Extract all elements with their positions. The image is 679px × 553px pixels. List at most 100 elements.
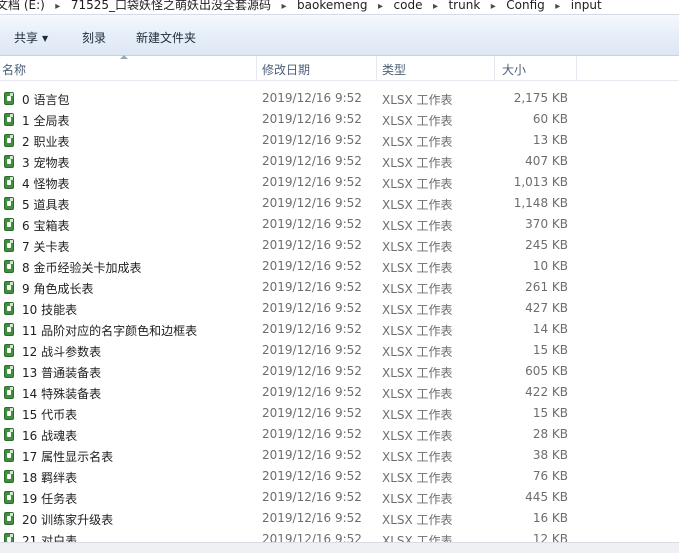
file-row[interactable]: 6 宝箱表 2019/12/16 9:52 XLSX 工作表 370 KB <box>0 214 679 235</box>
file-row[interactable]: 8 金币经验关卡加成表 2019/12/16 9:52 XLSX 工作表 10 KB <box>0 256 679 277</box>
excel-file-icon <box>4 281 14 294</box>
file-row[interactable]: 9 角色成长表 2019/12/16 9:52 XLSX 工作表 261 KB <box>0 277 679 298</box>
excel-file-icon <box>4 428 14 441</box>
file-size: 13 KB <box>532 133 568 147</box>
file-type: XLSX 工作表 <box>382 219 453 233</box>
file-name: 19 任务表 <box>22 492 78 506</box>
file-row[interactable]: 0 语言包 2019/12/16 9:52 XLSX 工作表 2,175 KB <box>0 88 679 109</box>
file-type: XLSX 工作表 <box>382 492 453 506</box>
breadcrumb-separator-icon[interactable]: ▸ <box>45 2 71 12</box>
file-type: XLSX 工作表 <box>382 156 453 170</box>
file-name: 17 属性显示名表 <box>22 450 114 464</box>
file-size: 407 KB <box>525 154 568 168</box>
file-date: 2019/12/16 9:52 <box>262 196 362 210</box>
column-header-name[interactable]: 名称 <box>2 61 26 78</box>
file-date: 2019/12/16 9:52 <box>262 427 362 441</box>
file-row[interactable]: 16 战魂表 2019/12/16 9:52 XLSX 工作表 28 KB <box>0 424 679 445</box>
file-type: XLSX 工作表 <box>382 450 453 464</box>
excel-file-icon <box>4 512 14 525</box>
file-type: XLSX 工作表 <box>382 408 453 422</box>
file-row[interactable]: 11 品阶对应的名字颜色和边框表 2019/12/16 9:52 XLSX 工作表 1… <box>0 319 679 340</box>
breadcrumb-item[interactable]: code <box>394 0 423 11</box>
excel-file-icon <box>4 344 14 357</box>
file-size: 28 KB <box>532 427 568 441</box>
column-divider[interactable] <box>256 56 257 80</box>
file-name: 5 道具表 <box>22 198 70 212</box>
excel-file-icon <box>4 134 14 147</box>
column-header-size[interactable]: 大小 <box>502 61 526 78</box>
breadcrumb-separator-icon[interactable]: ▸ <box>422 2 448 12</box>
file-row[interactable]: 15 代币表 2019/12/16 9:52 XLSX 工作表 15 KB <box>0 403 679 424</box>
share-button[interactable]: 共享 ▼ <box>14 30 48 47</box>
file-size: 370 KB <box>525 217 568 231</box>
file-size: 14 KB <box>532 322 568 336</box>
file-row[interactable]: 5 道具表 2019/12/16 9:52 XLSX 工作表 1,148 KB <box>0 193 679 214</box>
file-name: 11 品阶对应的名字颜色和边框表 <box>22 324 198 338</box>
breadcrumb-item[interactable]: input <box>571 0 602 11</box>
breadcrumb-item[interactable]: 71525_口袋妖怪之萌妖出没全套源码 <box>71 0 271 11</box>
file-size: 38 KB <box>532 448 568 462</box>
horizontal-scrollbar[interactable] <box>0 542 679 553</box>
breadcrumb-separator-icon[interactable]: ▸ <box>480 2 506 12</box>
file-row[interactable]: 18 羁绊表 2019/12/16 9:52 XLSX 工作表 76 KB <box>0 466 679 487</box>
file-row[interactable]: 10 技能表 2019/12/16 9:52 XLSX 工作表 427 KB <box>0 298 679 319</box>
excel-file-icon <box>4 155 14 168</box>
file-name: 10 技能表 <box>22 303 78 317</box>
file-size: 60 KB <box>532 112 568 126</box>
file-name: 0 语言包 <box>22 93 70 107</box>
file-date: 2019/12/16 9:52 <box>262 280 362 294</box>
file-name: 7 关卡表 <box>22 240 70 254</box>
file-date: 2019/12/16 9:52 <box>262 490 362 504</box>
file-row[interactable]: 20 训练家升级表 2019/12/16 9:52 XLSX 工作表 16 KB <box>0 508 679 529</box>
file-date: 2019/12/16 9:52 <box>262 175 362 189</box>
file-size: 427 KB <box>525 301 568 315</box>
file-name: 3 宠物表 <box>22 156 70 170</box>
file-type: XLSX 工作表 <box>382 345 453 359</box>
column-divider[interactable] <box>494 56 495 80</box>
file-type: XLSX 工作表 <box>382 93 453 107</box>
breadcrumb-separator-icon[interactable]: ▸ <box>368 2 394 12</box>
file-row[interactable]: 7 关卡表 2019/12/16 9:52 XLSX 工作表 245 KB <box>0 235 679 256</box>
breadcrumb-item[interactable]: baokemeng <box>297 0 368 11</box>
column-header-date[interactable]: 修改日期 <box>262 61 310 78</box>
file-row[interactable]: 2 职业表 2019/12/16 9:52 XLSX 工作表 13 KB <box>0 130 679 151</box>
column-divider[interactable] <box>376 56 377 80</box>
file-row[interactable]: 19 任务表 2019/12/16 9:52 XLSX 工作表 445 KB <box>0 487 679 508</box>
file-row[interactable]: 4 怪物表 2019/12/16 9:52 XLSX 工作表 1,013 KB <box>0 172 679 193</box>
file-size: 76 KB <box>532 469 568 483</box>
breadcrumb-item[interactable]: trunk <box>448 0 480 11</box>
breadcrumb-item[interactable]: 文档 (E:) <box>0 0 45 11</box>
file-type: XLSX 工作表 <box>382 429 453 443</box>
file-type: XLSX 工作表 <box>382 324 453 338</box>
breadcrumb-separator-icon[interactable]: ▸ <box>271 2 297 12</box>
file-date: 2019/12/16 9:52 <box>262 154 362 168</box>
file-type: XLSX 工作表 <box>382 282 453 296</box>
file-row[interactable]: 14 特殊装备表 2019/12/16 9:52 XLSX 工作表 422 KB <box>0 382 679 403</box>
file-date: 2019/12/16 9:52 <box>262 448 362 462</box>
breadcrumb-separator-icon[interactable]: ▸ <box>545 2 571 12</box>
address-bar[interactable]: 文档 (E:) ▸ 71525_口袋妖怪之萌妖出没全套源码 ▸ baokemeng ▸ co… <box>0 0 679 14</box>
file-date: 2019/12/16 9:52 <box>262 322 362 336</box>
breadcrumb-item[interactable]: Config <box>506 0 545 11</box>
file-name: 18 羁绊表 <box>22 471 78 485</box>
file-name: 9 角色成长表 <box>22 282 94 296</box>
file-name: 4 怪物表 <box>22 177 70 191</box>
file-row[interactable]: 3 宠物表 2019/12/16 9:52 XLSX 工作表 407 KB <box>0 151 679 172</box>
file-date: 2019/12/16 9:52 <box>262 238 362 252</box>
burn-button[interactable]: 刻录 <box>82 30 106 46</box>
file-row[interactable]: 12 战斗参数表 2019/12/16 9:52 XLSX 工作表 15 KB <box>0 340 679 361</box>
file-type: XLSX 工作表 <box>382 198 453 212</box>
file-size: 422 KB <box>525 385 568 399</box>
column-divider[interactable] <box>576 56 577 80</box>
file-size: 245 KB <box>525 238 568 252</box>
excel-file-icon <box>4 407 14 420</box>
file-date: 2019/12/16 9:52 <box>262 259 362 273</box>
excel-file-icon <box>4 491 14 504</box>
new-folder-button[interactable]: 新建文件夹 <box>136 30 196 46</box>
file-row[interactable]: 1 全局表 2019/12/16 9:52 XLSX 工作表 60 KB <box>0 109 679 130</box>
file-size: 1,013 KB <box>513 175 568 189</box>
file-row[interactable]: 17 属性显示名表 2019/12/16 9:52 XLSX 工作表 38 KB <box>0 445 679 466</box>
column-header-type[interactable]: 类型 <box>382 61 406 78</box>
file-size: 1,148 KB <box>513 196 568 210</box>
file-row[interactable]: 13 普通装备表 2019/12/16 9:52 XLSX 工作表 605 KB <box>0 361 679 382</box>
